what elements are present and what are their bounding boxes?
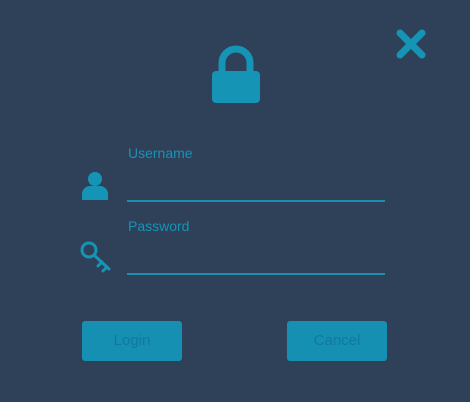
username-input[interactable] [127,172,385,202]
close-button[interactable] [393,26,429,62]
login-dialog: Username Password Login Cancel [0,0,470,402]
password-input[interactable] [127,245,385,275]
login-button[interactable]: Login [82,321,182,361]
password-label: Password [128,218,190,234]
username-label: Username [128,145,193,161]
lock-icon [210,45,262,105]
close-icon [396,29,426,59]
user-icon [80,170,110,202]
key-icon [80,240,114,274]
cancel-button[interactable]: Cancel [287,321,387,361]
